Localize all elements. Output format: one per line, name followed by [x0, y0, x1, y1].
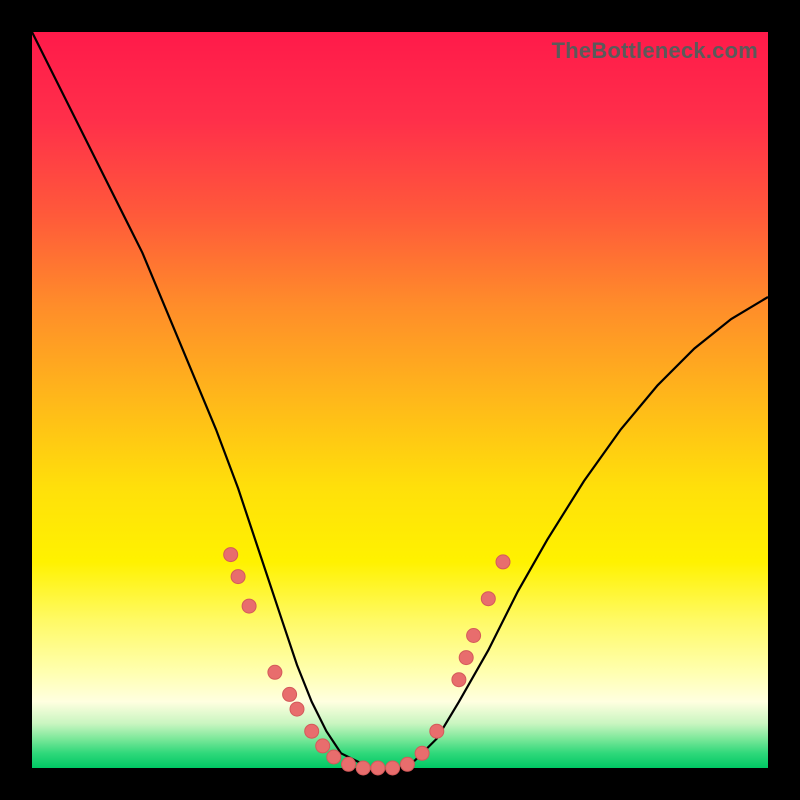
- data-point: [283, 687, 297, 701]
- data-point: [400, 757, 414, 771]
- bottleneck-curve: [32, 32, 768, 768]
- data-point: [305, 724, 319, 738]
- data-point: [430, 724, 444, 738]
- data-point: [342, 757, 356, 771]
- plot-area: TheBottleneck.com: [32, 32, 768, 768]
- data-point: [356, 761, 370, 775]
- data-point: [452, 673, 466, 687]
- chart-container: TheBottleneck.com: [0, 0, 800, 800]
- data-point: [459, 651, 473, 665]
- data-point: [327, 750, 341, 764]
- data-point: [290, 702, 304, 716]
- data-point: [415, 746, 429, 760]
- data-point: [496, 555, 510, 569]
- data-point: [242, 599, 256, 613]
- data-point: [481, 592, 495, 606]
- data-point: [268, 665, 282, 679]
- data-point: [231, 570, 245, 584]
- data-point: [386, 761, 400, 775]
- data-point: [316, 739, 330, 753]
- data-point: [467, 629, 481, 643]
- data-points-group: [224, 548, 510, 775]
- data-point: [224, 548, 238, 562]
- data-point: [371, 761, 385, 775]
- chart-svg: [32, 32, 768, 768]
